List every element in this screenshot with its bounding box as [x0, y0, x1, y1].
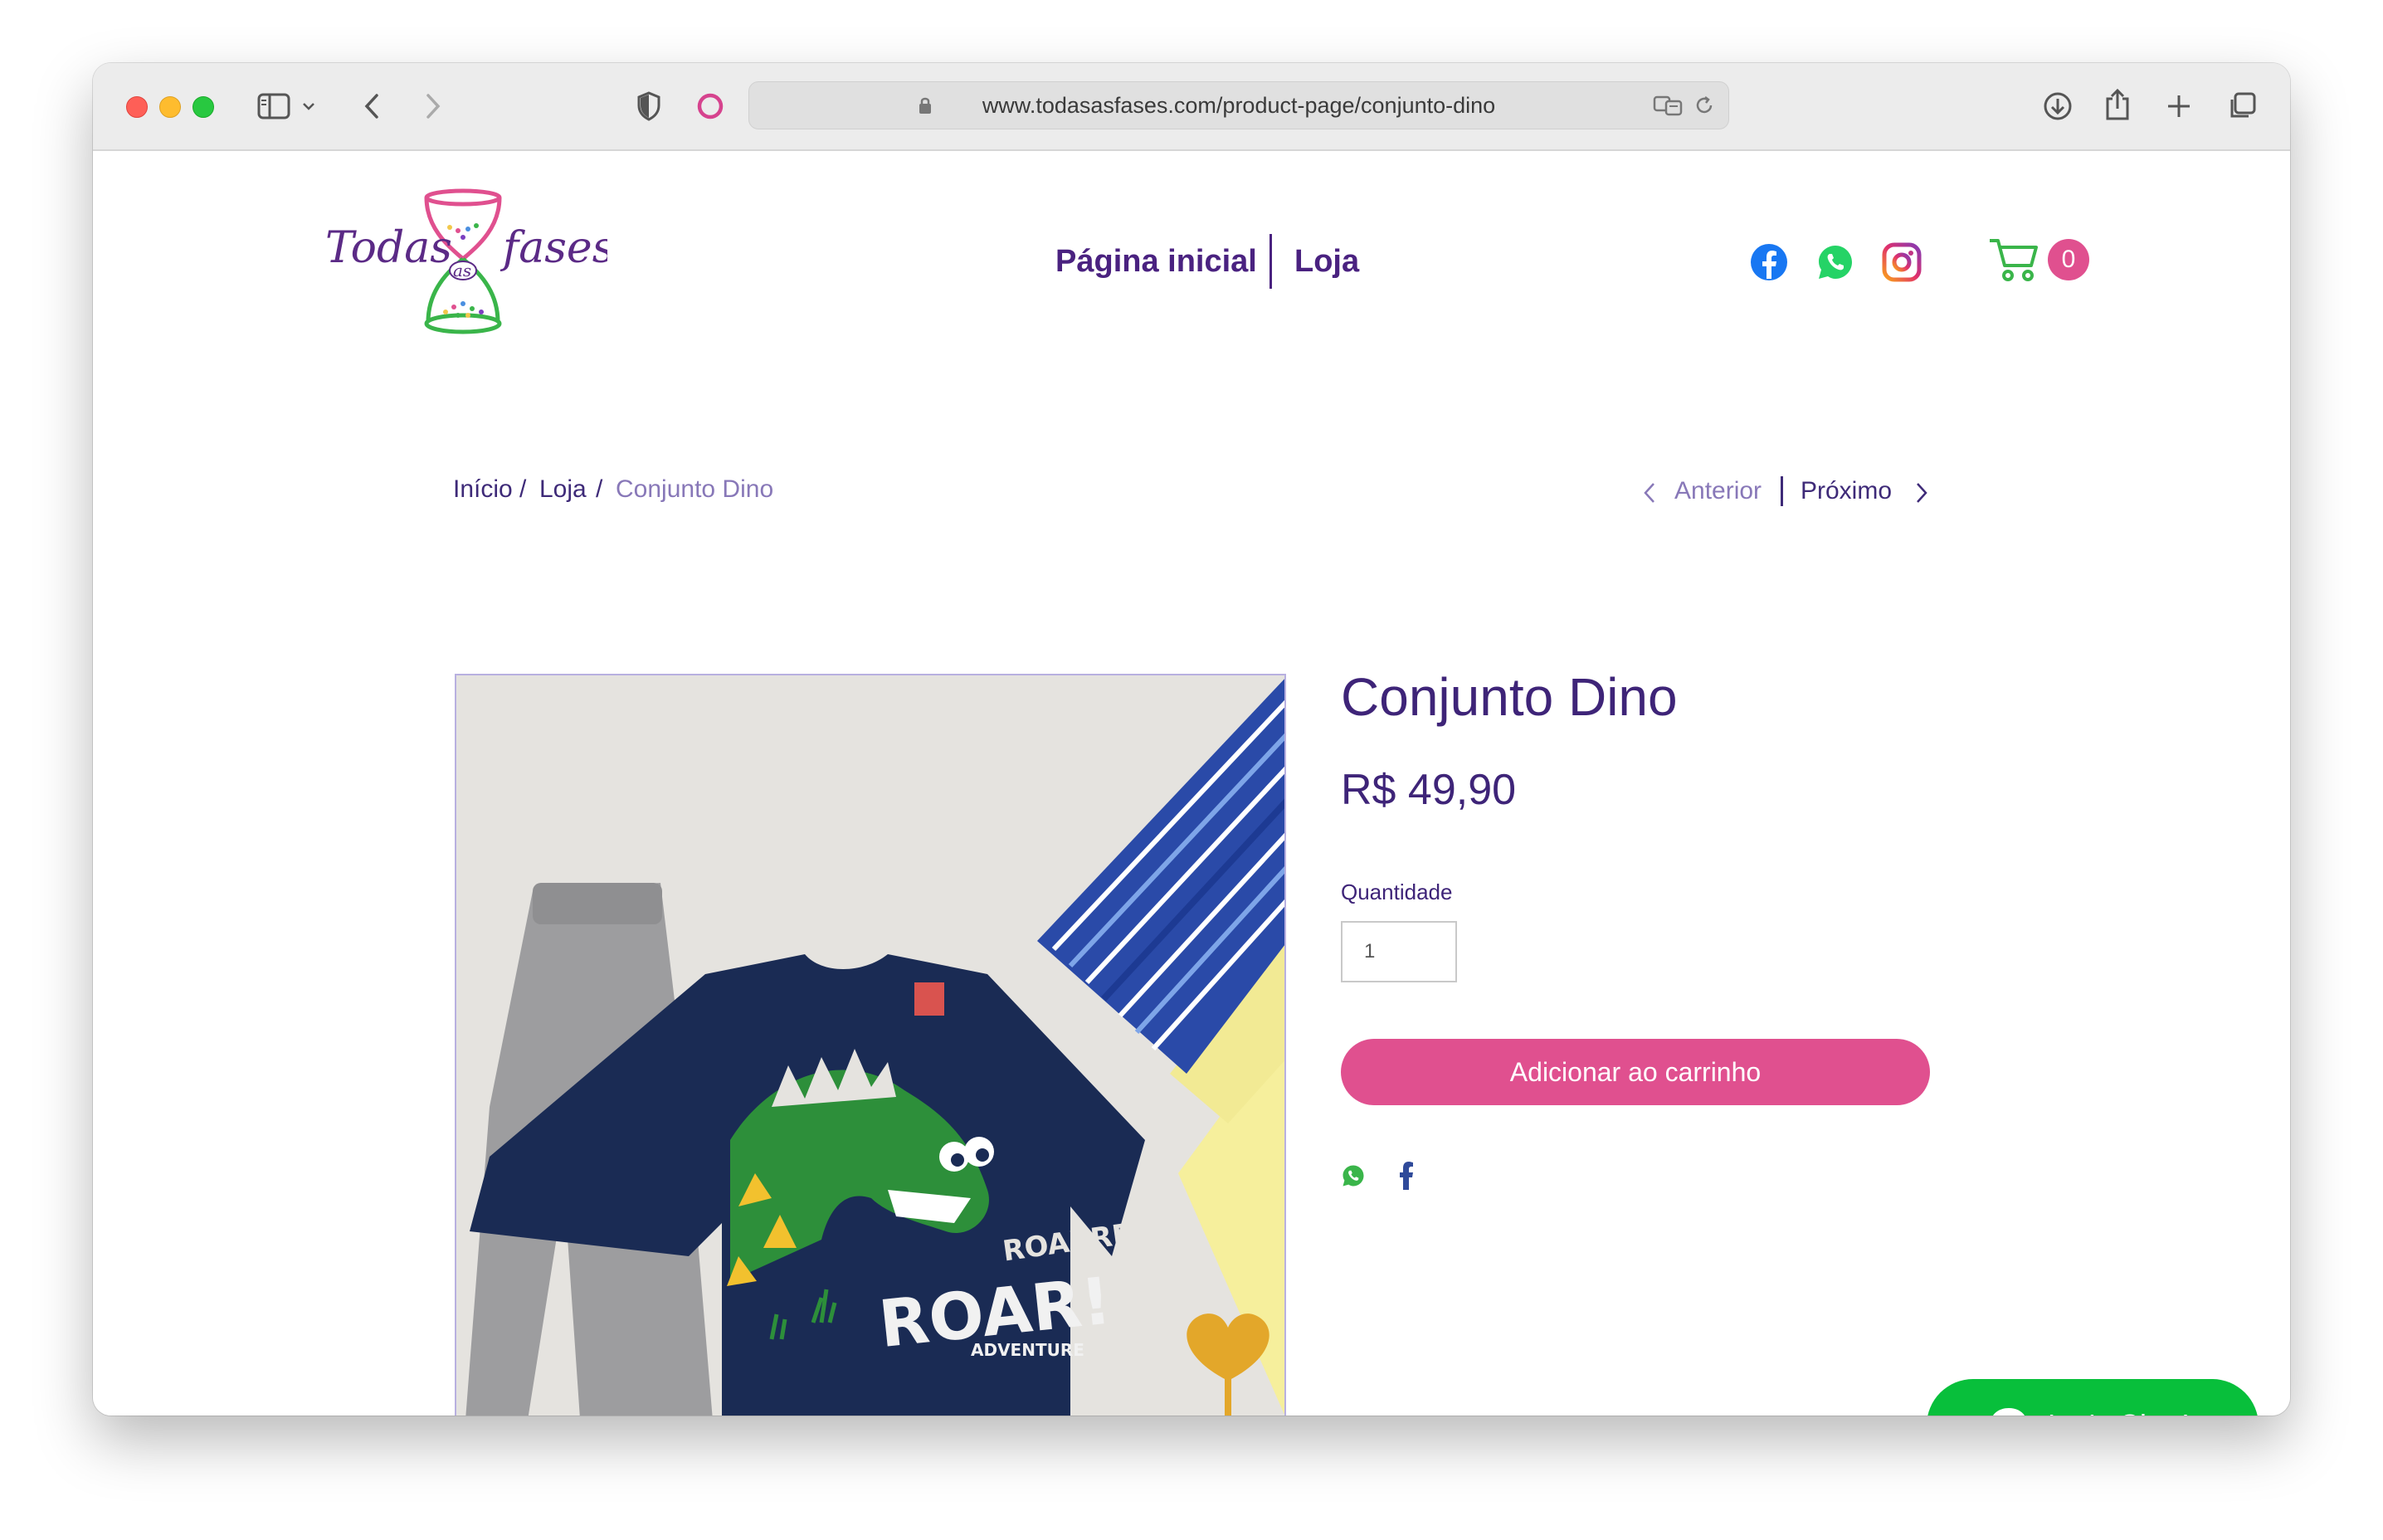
- nav-shop[interactable]: Loja: [1294, 241, 1359, 282]
- zoom-window-button[interactable]: [192, 96, 214, 118]
- add-to-cart-button[interactable]: Adicionar ao carrinho: [1341, 1039, 1930, 1105]
- pager-next[interactable]: Próximo: [1801, 475, 1892, 508]
- cart-icon[interactable]: [1988, 234, 2041, 284]
- sidebar-toggle-icon[interactable]: [256, 91, 292, 121]
- breadcrumb-separator: /: [596, 475, 603, 503]
- shirt-text-adventure: ADVENTURE: [971, 1340, 1084, 1360]
- chevron-right-icon[interactable]: [1915, 481, 1932, 504]
- breadcrumb-separator: /: [519, 475, 527, 503]
- extension-icon[interactable]: [694, 90, 727, 123]
- url-text: www.todasasfases.com/product-page/conjun…: [982, 93, 1496, 118]
- product-image[interactable]: ROARRR ROAR! ADVENTURE: [455, 674, 1286, 1416]
- instagram-icon[interactable]: [1882, 242, 1922, 282]
- address-bar[interactable]: www.todasasfases.com/product-page/conjun…: [748, 81, 1729, 129]
- site-logo[interactable]: Todas as fases: [325, 188, 614, 337]
- cart-count-badge[interactable]: 0: [2048, 239, 2089, 280]
- close-window-button[interactable]: [126, 96, 148, 118]
- quantity-input[interactable]: [1341, 921, 1457, 982]
- quantity-label: Quantidade: [1341, 880, 1453, 904]
- pager-prev[interactable]: Anterior: [1674, 475, 1762, 508]
- svg-text:Todas: Todas: [325, 223, 452, 273]
- back-icon[interactable]: [357, 88, 387, 124]
- minimize-window-button[interactable]: [159, 96, 181, 118]
- whatsapp-share-icon[interactable]: [1341, 1163, 1366, 1188]
- web-page: Todas as fases Página inicial Loja 0 Iní…: [93, 151, 2290, 1416]
- chat-label: Let's Chat!: [2048, 1379, 2190, 1416]
- browser-window: www.todasasfases.com/product-page/conjun…: [93, 63, 2290, 1416]
- chat-button[interactable]: Let's Chat!: [1927, 1379, 2259, 1416]
- breadcrumb-home[interactable]: Início: [453, 473, 513, 506]
- chevron-down-icon[interactable]: [300, 96, 317, 116]
- chat-bubble-icon: [1988, 1406, 2030, 1416]
- svg-text:as: as: [453, 261, 471, 280]
- pager-divider: [1781, 476, 1783, 506]
- nav-home[interactable]: Página inicial: [1055, 241, 1257, 282]
- facebook-icon[interactable]: [1749, 242, 1789, 282]
- browser-toolbar: www.todasasfases.com/product-page/conjun…: [93, 63, 2290, 151]
- reload-icon[interactable]: [1692, 94, 1717, 117]
- download-icon[interactable]: [2039, 88, 2076, 124]
- tab-overview-icon[interactable]: [2225, 90, 2259, 123]
- nav-divider: [1269, 234, 1272, 289]
- product-title: Conjunto Dino: [1341, 667, 1678, 727]
- new-tab-icon[interactable]: [2162, 90, 2195, 123]
- shield-icon[interactable]: [632, 88, 665, 124]
- whatsapp-icon[interactable]: [1815, 242, 1855, 282]
- product-price: R$ 49,90: [1341, 766, 1517, 814]
- chevron-left-icon[interactable]: [1643, 481, 1659, 504]
- translate-icon[interactable]: [1652, 94, 1685, 117]
- breadcrumb-current: Conjunto Dino: [616, 475, 774, 503]
- facebook-share-icon[interactable]: [1399, 1162, 1416, 1190]
- share-icon[interactable]: [2101, 85, 2134, 124]
- svg-text:fases: fases: [500, 223, 607, 273]
- breadcrumb-shop[interactable]: Loja: [539, 473, 587, 506]
- forward-icon[interactable]: [418, 88, 448, 124]
